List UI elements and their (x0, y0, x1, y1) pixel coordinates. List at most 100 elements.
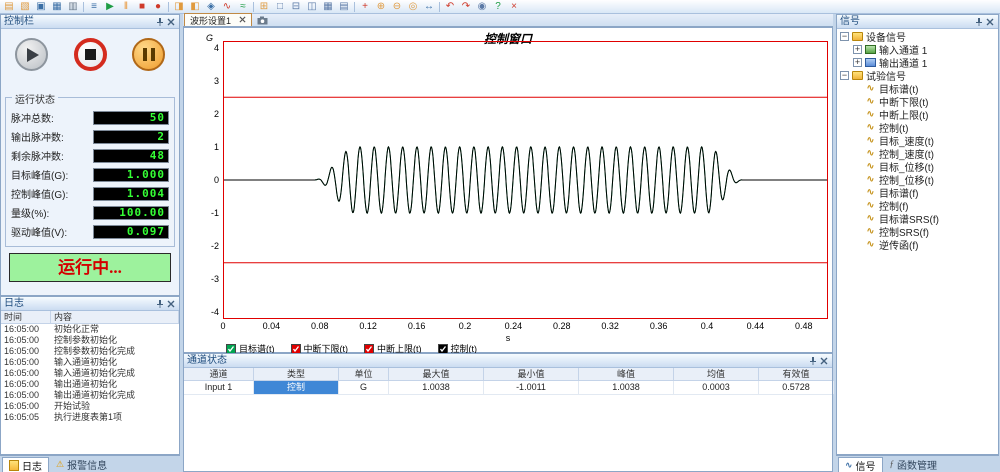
close-icon[interactable] (165, 16, 176, 27)
channel-cell: Input 1 (184, 381, 254, 394)
save-data-icon[interactable]: ▦ (51, 1, 63, 13)
print-icon[interactable]: ▥ (67, 1, 79, 13)
log-row[interactable]: 16:05:00控制参数初始化完成 (1, 346, 179, 357)
log-row[interactable]: 16:05:00开始试验 (1, 401, 179, 412)
plot-area[interactable]: 43210-1-2-3-4 00.040.080.120.160.20.240.… (223, 41, 828, 319)
status-field-label: 脉冲总数: (11, 110, 54, 125)
app-window: ▤▧▣▦▥≡▶‖■●◨◧◈∿≈⊞□⊟◫▦▤+⊕⊖◎↔↶↷◉?× 控制栏 (0, 0, 1000, 472)
control-bar-body: 运行状态 脉冲总数:50输出脉冲数:2剩余脉冲数:48目标峰值(G):1.000… (1, 29, 179, 295)
pin-icon[interactable] (154, 298, 165, 309)
pin-icon[interactable] (973, 16, 984, 27)
close-icon[interactable] (984, 16, 995, 27)
zoom-reset-icon[interactable]: ◎ (407, 1, 419, 13)
snapshot-icon[interactable] (256, 15, 268, 26)
close-icon[interactable] (165, 298, 176, 309)
legend-checkbox-icon[interactable] (438, 344, 448, 354)
cascade-windows-icon[interactable]: ▤ (338, 1, 350, 13)
log-time: 16:05:00 (1, 390, 51, 401)
tree-expander-icon[interactable]: + (853, 45, 862, 54)
snapshot-icon[interactable]: ◉ (476, 1, 488, 13)
zoom-out-icon[interactable]: ⊖ (391, 1, 403, 13)
channel-type-badge: 控制 (254, 381, 339, 394)
legend-checkbox-icon[interactable] (291, 344, 301, 354)
status-field-row: 量级(%):100.00 (11, 203, 169, 222)
document-tabstrip: 波形设置1 (183, 14, 833, 27)
pan-icon[interactable]: ↔ (423, 1, 435, 13)
start-button[interactable] (15, 38, 48, 71)
output-channels-icon[interactable]: ◧ (189, 1, 201, 13)
pause-icon (143, 48, 147, 61)
quad-layout-icon[interactable]: ▦ (322, 1, 334, 13)
bottom-left-tab-label: 日志 (22, 458, 42, 472)
start-test-icon[interactable]: ▶ (104, 1, 116, 13)
log-row[interactable]: 16:05:05执行进度表第1项 (1, 412, 179, 423)
horizontal-split-icon[interactable]: ⊟ (290, 1, 302, 13)
folder-icon (852, 32, 863, 41)
stop-test-icon[interactable]: ■ (136, 1, 148, 13)
close-icon[interactable] (818, 355, 829, 366)
log-message: 输入通道初始化 (51, 357, 179, 368)
y-axis-ticks: 43210-1-2-3-4 (199, 41, 221, 319)
log-row[interactable]: 16:05:00输入通道初始化完成 (1, 368, 179, 379)
zoom-in-icon[interactable]: ⊕ (375, 1, 387, 13)
transport-buttons (1, 29, 179, 71)
run-schedule-icon[interactable]: ≡ (88, 1, 100, 13)
tree-expander-icon[interactable]: + (853, 58, 862, 67)
cursor-icon[interactable]: + (359, 1, 371, 13)
save-test-icon[interactable]: ▣ (35, 1, 47, 13)
log-row[interactable]: 16:05:00输出通道初始化 (1, 379, 179, 390)
status-field-label: 剩余脉冲数: (11, 148, 64, 163)
log-row[interactable]: 16:05:00输入通道初始化 (1, 357, 179, 368)
log-row[interactable]: 16:05:00输出通道初始化完成 (1, 390, 179, 401)
sensor-icon[interactable]: ◈ (205, 1, 217, 13)
log-row[interactable]: 16:05:00初始化正常 (1, 324, 179, 335)
pin-icon[interactable] (807, 355, 818, 366)
tree-expander-icon[interactable]: − (840, 32, 849, 41)
channel-column-header: 最大值 (389, 368, 484, 380)
output-channel-icon (865, 58, 876, 67)
status-field-row: 控制峰值(G):1.004 (11, 184, 169, 203)
new-test-icon[interactable]: ▤ (3, 1, 15, 13)
open-test-icon[interactable]: ▧ (19, 1, 31, 13)
pause-test-icon[interactable]: ‖ (120, 1, 132, 13)
spectrum-icon[interactable]: ≈ (237, 1, 249, 13)
tree-node-output-channel-1[interactable]: +输出通道 1 (837, 56, 998, 69)
tab-close-icon[interactable] (239, 15, 246, 25)
tree-node-inverse-transfer-f[interactable]: ∿逆传函(f) (837, 238, 998, 251)
status-fields: 脉冲总数:50输出脉冲数:2剩余脉冲数:48目标峰值(G):1.000控制峰值(… (11, 108, 169, 241)
bottom-right-tab-signal[interactable]: ∿信号 (838, 457, 883, 472)
bottom-right-tab-function[interactable]: ƒ函数管理 (884, 457, 944, 472)
waveform-icon[interactable]: ∿ (221, 1, 233, 13)
new-window-icon[interactable]: ⊞ (258, 1, 270, 13)
record-icon[interactable]: ● (152, 1, 164, 13)
single-layout-icon[interactable]: □ (274, 1, 286, 13)
exit-icon[interactable]: × (508, 1, 520, 13)
redo-icon[interactable]: ↷ (460, 1, 472, 13)
legend-checkbox-icon[interactable] (226, 344, 236, 354)
tree-node-abort-upper-t[interactable]: ∿中断上限(t) (837, 108, 998, 121)
x-tick-label: 0.28 (553, 321, 571, 331)
pin-icon[interactable] (154, 16, 165, 27)
x-tick-label: 0.4 (701, 321, 714, 331)
undo-icon[interactable]: ↶ (444, 1, 456, 13)
right-bottom-tabstrip: ∿信号ƒ函数管理 (836, 455, 999, 472)
y-tick-label: 4 (214, 43, 219, 53)
vertical-split-icon[interactable]: ◫ (306, 1, 318, 13)
log-row[interactable]: 16:05:00控制参数初始化 (1, 335, 179, 346)
stop-button[interactable] (74, 38, 107, 71)
pause-button[interactable] (132, 38, 165, 71)
tree-node-target-spectrum-f[interactable]: ∿目标谱(f) (837, 186, 998, 199)
log-time: 16:05:00 (1, 346, 51, 357)
bottom-left-tab-alarm[interactable]: ⚠报警信息 (50, 457, 113, 472)
channel-row[interactable]: Input 1控制G1.0038-1.00111.00380.00030.572… (184, 381, 832, 395)
document-tab[interactable]: 波形设置1 (184, 13, 252, 26)
bottom-left-tab-log[interactable]: 日志 (2, 457, 49, 472)
signal-icon: ∿ (865, 97, 876, 106)
legend-checkbox-icon[interactable] (364, 344, 374, 354)
right-column: 信号 −设备信号+输入通道 1+输出通道 1−试验信号∿目标谱(t)∿中断下限(… (836, 14, 1000, 472)
bottom-right-tab-label: 信号 (856, 458, 876, 472)
input-channels-icon[interactable]: ◨ (173, 1, 185, 13)
help-icon[interactable]: ? (492, 1, 504, 13)
tree-expander-icon[interactable]: − (840, 71, 849, 80)
channel-column-header: 有效值 (759, 368, 834, 380)
